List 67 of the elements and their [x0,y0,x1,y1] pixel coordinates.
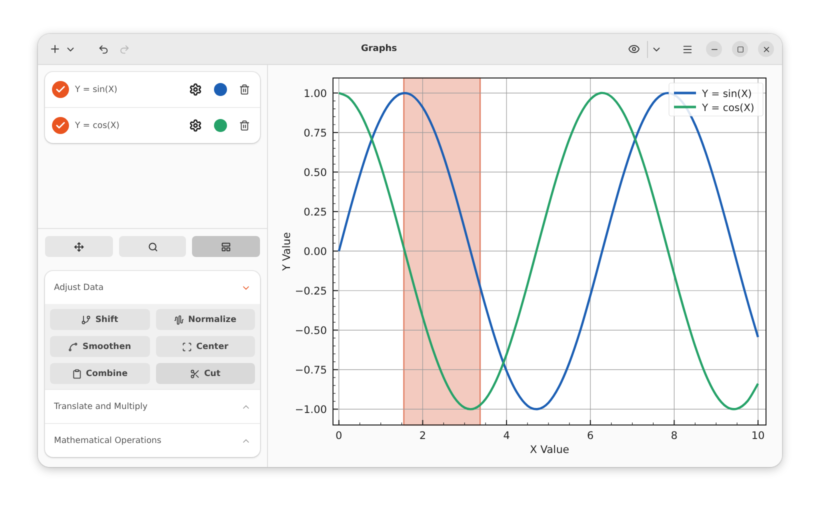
plus-icon [49,43,61,55]
x-tick-label: 4 [503,430,510,442]
y-tick-label: −1.00 [294,404,327,416]
close-button[interactable] [758,41,774,57]
item-checkbox[interactable] [52,117,69,134]
x-tick-label: 2 [419,430,426,442]
x-tick-label: 0 [336,430,342,442]
legend-swatch [674,92,696,94]
legend-swatch [674,106,696,108]
action-button[interactable]: Center [156,336,255,357]
y-tick-label: 0.75 [304,128,327,140]
frame-icon [182,342,192,352]
y-tick-label: −0.50 [294,325,327,338]
legend-label: Y = cos(X) [702,103,754,114]
x-tick-label: 6 [587,430,594,442]
delete-icon[interactable] [239,84,250,95]
section-header[interactable]: Adjust Data [45,271,260,304]
item-label: Y = sin(X) [75,84,118,94]
settings-icon[interactable] [189,83,202,96]
maximize-icon [736,46,744,52]
close-icon [762,44,770,54]
x-tick-label: 10 [751,430,765,442]
search-icon [148,242,158,252]
x-axis-label: X Value [530,444,570,456]
section-header[interactable]: Translate and Multiply [45,390,260,423]
delete-icon[interactable] [239,120,250,131]
eye-icon [628,43,640,55]
action-button[interactable]: Shift [50,309,150,330]
y-tick-label: −0.25 [294,286,327,298]
action-button[interactable]: Smoothen [50,336,150,357]
highlight-span[interactable] [403,77,481,426]
window-title: Graphs [360,44,398,54]
y-tick-label: 1.00 [304,88,327,100]
y-tick-label: 0.25 [304,206,327,219]
undo-icon [98,44,109,54]
legend-label: Y = sin(X) [702,89,752,100]
check-icon [55,120,66,131]
section-title: Adjust Data [54,282,104,292]
waveform-icon [174,314,184,324]
settings-icon[interactable] [189,119,202,132]
x-tick-label: 8 [670,430,678,442]
section-header[interactable]: Mathematical Operations [45,424,260,457]
item-checkbox[interactable] [52,81,69,98]
spline-icon [68,342,78,352]
color-dot[interactable] [214,119,227,132]
action-button[interactable]: Combine [50,363,150,384]
scissors-icon [190,368,200,378]
y-tick-label: 0.50 [304,167,327,180]
menu-icon [682,44,693,54]
redo-icon [119,44,130,54]
clipboard-icon [72,368,82,378]
color-dot[interactable] [214,83,227,96]
branch-icon [81,314,92,324]
action-button[interactable]: Normalize [156,309,255,330]
item-label: Y = cos(X) [75,120,120,130]
section-title: Mathematical Operations [54,436,162,446]
maximize-button[interactable] [732,41,748,57]
section-title: Translate and Multiply [54,402,148,412]
select-tool-button[interactable] [192,236,260,257]
panel-icon [221,242,232,252]
action-button[interactable]: Cut [156,363,255,384]
y-tick-label: 0.00 [304,246,327,258]
y-axis-label: Y Value [281,232,293,271]
y-tick-label: −0.75 [294,364,327,377]
check-icon [55,84,66,95]
minimize-button[interactable] [706,41,722,57]
move-icon [74,242,84,252]
